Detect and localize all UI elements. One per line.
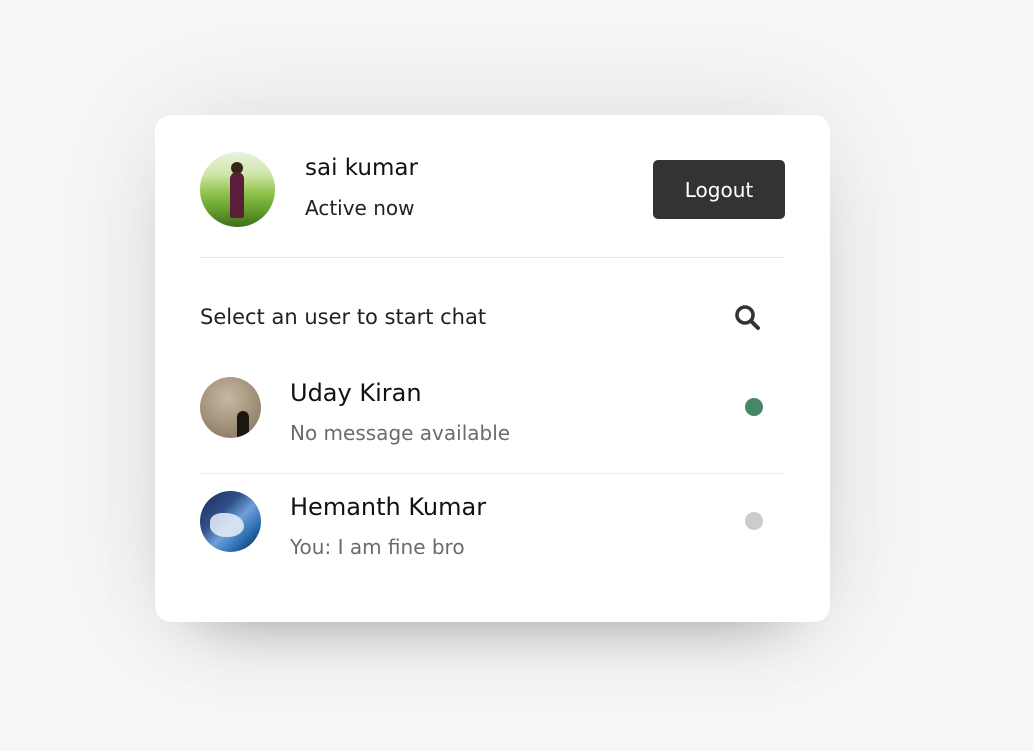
current-user-name: sai kumar [305, 155, 418, 181]
search-bar: Select an user to start chat [200, 258, 785, 360]
search-label: Select an user to start chat [200, 305, 487, 329]
user-list-item[interactable]: Uday Kiran No message available [200, 360, 785, 474]
user-list-item[interactable]: Hemanth Kumar You: I am fine bro [200, 474, 785, 587]
user-name: Uday Kiran [290, 379, 422, 407]
user-last-message: You: I am fine bro [290, 535, 465, 559]
status-dot-offline [745, 512, 763, 530]
chat-wrapper: sai kumar Active now Logout Select an us… [155, 115, 830, 622]
users-list: Uday Kiran No message available Hemanth … [200, 360, 785, 587]
search-button[interactable] [733, 301, 767, 335]
user-avatar [200, 491, 261, 552]
current-user-avatar [200, 152, 275, 227]
logout-button[interactable]: Logout [653, 160, 785, 219]
search-icon [735, 305, 760, 330]
status-dot-online [745, 398, 763, 416]
user-name: Hemanth Kumar [290, 493, 487, 521]
user-header: sai kumar Active now Logout [200, 115, 785, 258]
user-avatar [200, 377, 261, 438]
current-user-status: Active now [305, 196, 415, 220]
user-last-message: No message available [290, 421, 511, 445]
